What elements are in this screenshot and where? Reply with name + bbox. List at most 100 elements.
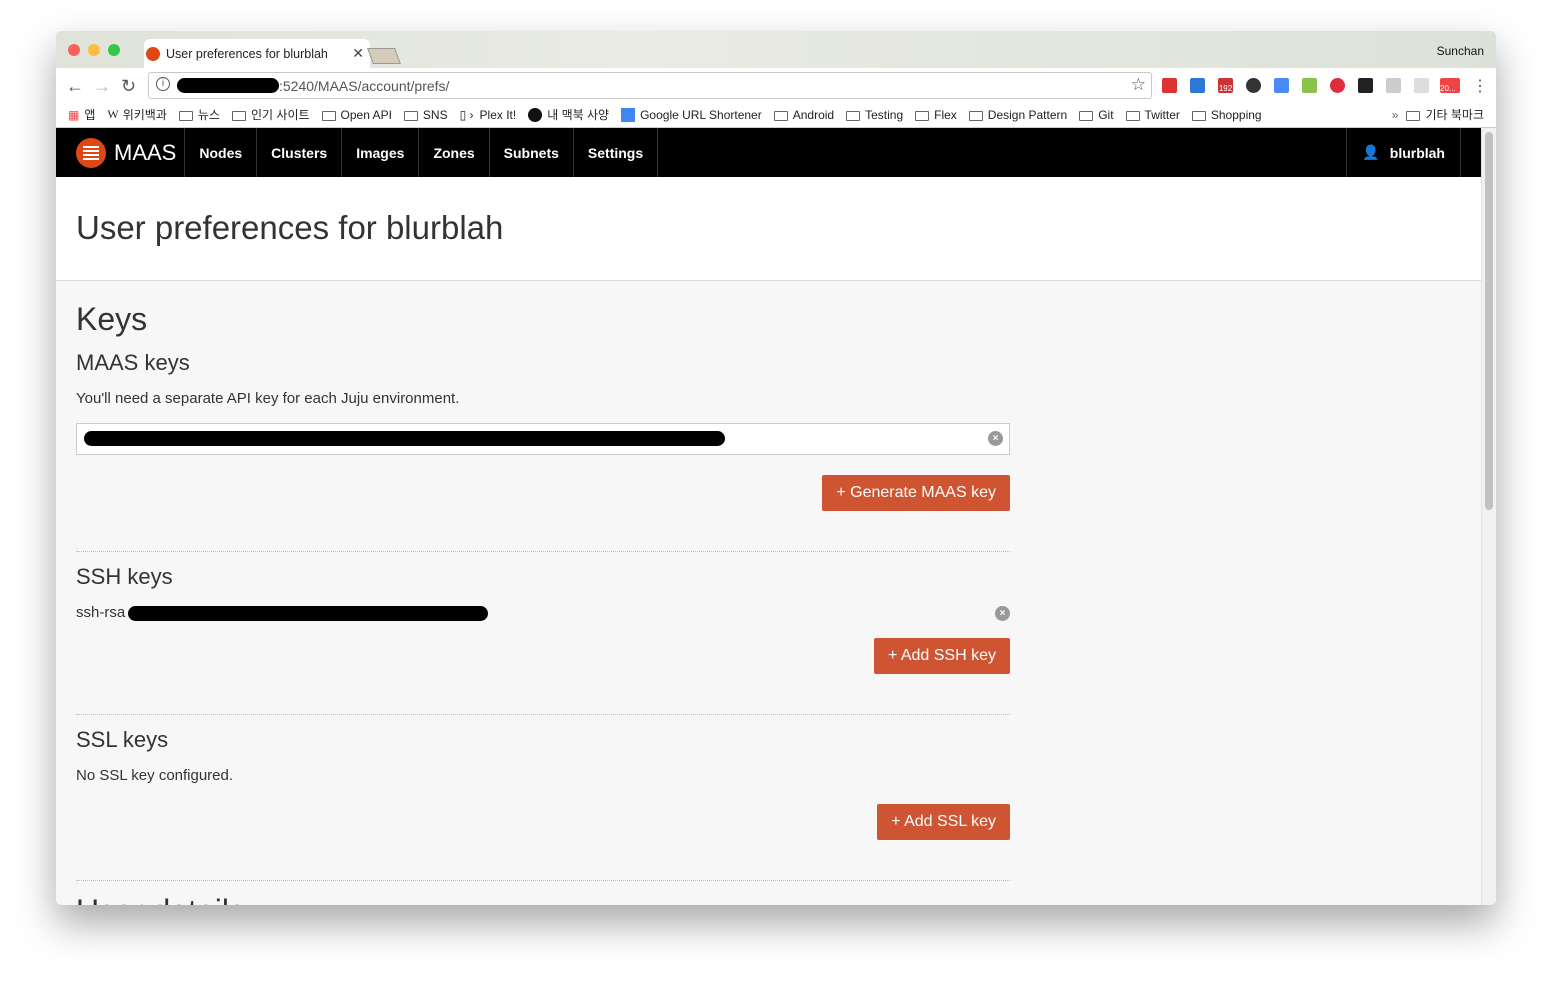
nav-images[interactable]: Images <box>342 128 420 177</box>
info-icon[interactable]: i <box>156 77 170 91</box>
bookmark-folder[interactable]: Android <box>773 107 835 122</box>
maas-logo-icon <box>76 137 106 168</box>
user-menu[interactable]: 👤 blurblah <box>1346 128 1461 177</box>
reload-icon[interactable]: ↻ <box>121 76 136 97</box>
bookmark-label: SNS <box>422 107 448 122</box>
translate-icon[interactable] <box>1274 78 1289 93</box>
bookmark-folder[interactable]: Twitter <box>1125 107 1180 122</box>
bookmark-label: 앱 <box>84 108 96 122</box>
close-tab-icon[interactable]: ✕ <box>352 45 364 62</box>
new-tab-button[interactable] <box>367 48 401 64</box>
page-title: User preferences for blurblah <box>76 209 504 246</box>
bookmark-plex[interactable]: ▯ › Plex It! <box>460 108 517 122</box>
nav-settings[interactable]: Settings <box>574 128 659 177</box>
redacted-ssh-key <box>128 606 488 621</box>
folder-icon <box>1191 110 1206 121</box>
dropbox-icon[interactable] <box>1386 78 1401 93</box>
bookmark-label: Flex <box>934 107 957 122</box>
extension-badge: 192 <box>1218 84 1233 93</box>
overflow-chevron-icon[interactable]: » <box>1392 108 1399 122</box>
bookmark-label: Plex It! <box>479 107 517 122</box>
maximize-window-button[interactable] <box>108 44 120 56</box>
bookmark-folder[interactable]: Shopping <box>1191 107 1262 122</box>
user-details-heading: User details <box>76 893 1010 905</box>
bookmark-folder[interactable]: Testing <box>846 108 903 122</box>
bookmarks-bar: ▦ 앱 W 위키백과 뉴스 인기 사이트 Open API SNS ▯ › Plex … <box>56 102 1496 128</box>
profile-name[interactable]: Sunchan <box>1437 44 1484 58</box>
bookmark-label: Git <box>1098 107 1114 122</box>
nav-zones[interactable]: Zones <box>419 128 490 177</box>
bookmark-folder[interactable]: SNS <box>403 107 448 122</box>
folder-icon <box>403 110 418 121</box>
pinterest-icon[interactable] <box>1330 78 1345 93</box>
wikipedia-icon: W <box>107 107 119 121</box>
generate-maas-key-button[interactable]: + Generate MAAS key <box>822 475 1010 511</box>
nav-nodes[interactable]: Nodes <box>185 128 258 177</box>
bookmark-macbook[interactable]: 내 맥북 사양 <box>528 106 609 123</box>
folder-icon <box>773 110 788 121</box>
terminal-icon[interactable] <box>1358 78 1373 93</box>
url-text: :5240/MAAS/account/prefs/ <box>279 78 450 94</box>
everymac-icon <box>528 107 543 122</box>
extension-counter-icon[interactable]: 192 <box>1218 78 1233 93</box>
folder-icon <box>231 110 246 121</box>
ssh-key-row: ssh-rsa × <box>76 604 1010 626</box>
bookmark-label: 인기 사이트 <box>250 108 310 122</box>
folder-icon <box>1079 110 1094 121</box>
maas-logo[interactable]: MAAS <box>56 128 186 177</box>
page-header: User preferences for blurblah <box>56 177 1481 281</box>
extension-pdf-icon[interactable] <box>1162 78 1177 93</box>
bookmark-folder[interactable]: 인기 사이트 <box>231 106 310 123</box>
bookmark-wikipedia[interactable]: W 위키백과 <box>107 106 167 123</box>
nav-subnets[interactable]: Subnets <box>490 128 574 177</box>
user-name: blurblah <box>1389 144 1445 161</box>
forward-icon[interactable]: → <box>93 76 111 97</box>
folder-icon <box>1406 110 1421 121</box>
bookmark-folder[interactable]: Flex <box>915 108 957 122</box>
close-window-button[interactable] <box>68 44 80 56</box>
tab-title: User preferences for blurblah <box>166 47 328 61</box>
folder-icon <box>321 110 336 121</box>
back-icon[interactable]: ← <box>66 76 84 97</box>
apps-grid-icon: ▦ <box>68 107 80 122</box>
delete-ssh-key-icon[interactable]: × <box>995 606 1010 621</box>
folder-icon <box>915 110 930 121</box>
scrollbar-thumb[interactable] <box>1485 132 1493 510</box>
evernote-icon[interactable] <box>1246 78 1261 93</box>
add-ssh-key-button[interactable]: + Add SSH key <box>873 638 1010 674</box>
bookmark-star-icon[interactable]: ☆ <box>1131 75 1146 95</box>
extension-gray-icon[interactable] <box>1414 78 1429 93</box>
page-icon: ▯ › <box>459 107 474 122</box>
scrollbar[interactable] <box>1481 128 1496 905</box>
browser-tab[interactable]: User preferences for blurblah ✕ <box>144 39 370 68</box>
bookmark-label: Android <box>792 107 835 122</box>
address-bar[interactable]: i :5240/MAAS/account/prefs/ ☆ <box>148 72 1152 99</box>
bookmark-overflow[interactable]: » 기타 북마크 <box>1392 106 1484 123</box>
bookmark-label: Shopping <box>1210 107 1262 122</box>
folder-icon <box>178 110 193 121</box>
google-icon <box>621 107 636 122</box>
extension-plus-one-icon[interactable] <box>1190 78 1205 93</box>
maas-keys-description: You'll need a separate API key for each … <box>76 390 460 407</box>
bookmark-folder[interactable]: Design Pattern <box>968 107 1068 122</box>
maas-key-field[interactable]: × <box>76 423 1010 455</box>
bookmark-label: 뉴스 <box>197 108 220 122</box>
bookmark-folder[interactable]: Open API <box>321 108 392 122</box>
add-ssl-key-button[interactable]: + Add SSL key <box>877 804 1010 840</box>
delete-maas-key-icon[interactable]: × <box>988 431 1003 446</box>
bookmark-label: Design Pattern <box>987 107 1068 122</box>
bookmark-google-url[interactable]: Google URL Shortener <box>621 107 762 122</box>
bookmark-apps[interactable]: ▦ 앱 <box>68 106 95 123</box>
ssl-keys-heading: SSL keys <box>76 727 169 752</box>
bookmark-label: Testing <box>865 107 904 122</box>
mail-icon[interactable]: 20... <box>1440 78 1460 93</box>
maas-navbar: MAAS Nodes Clusters Images Zones Subnets… <box>56 128 1481 177</box>
nav-clusters[interactable]: Clusters <box>257 128 343 177</box>
bookmark-label: 위키백과 <box>122 108 167 122</box>
bookmark-label: Twitter <box>1144 107 1180 122</box>
bookmark-folder[interactable]: 뉴스 <box>178 106 220 123</box>
analytics-icon[interactable] <box>1302 78 1317 93</box>
minimize-window-button[interactable] <box>88 44 100 56</box>
menu-dots-icon[interactable]: ⋮ <box>1472 76 1488 96</box>
bookmark-folder[interactable]: Git <box>1079 107 1114 122</box>
